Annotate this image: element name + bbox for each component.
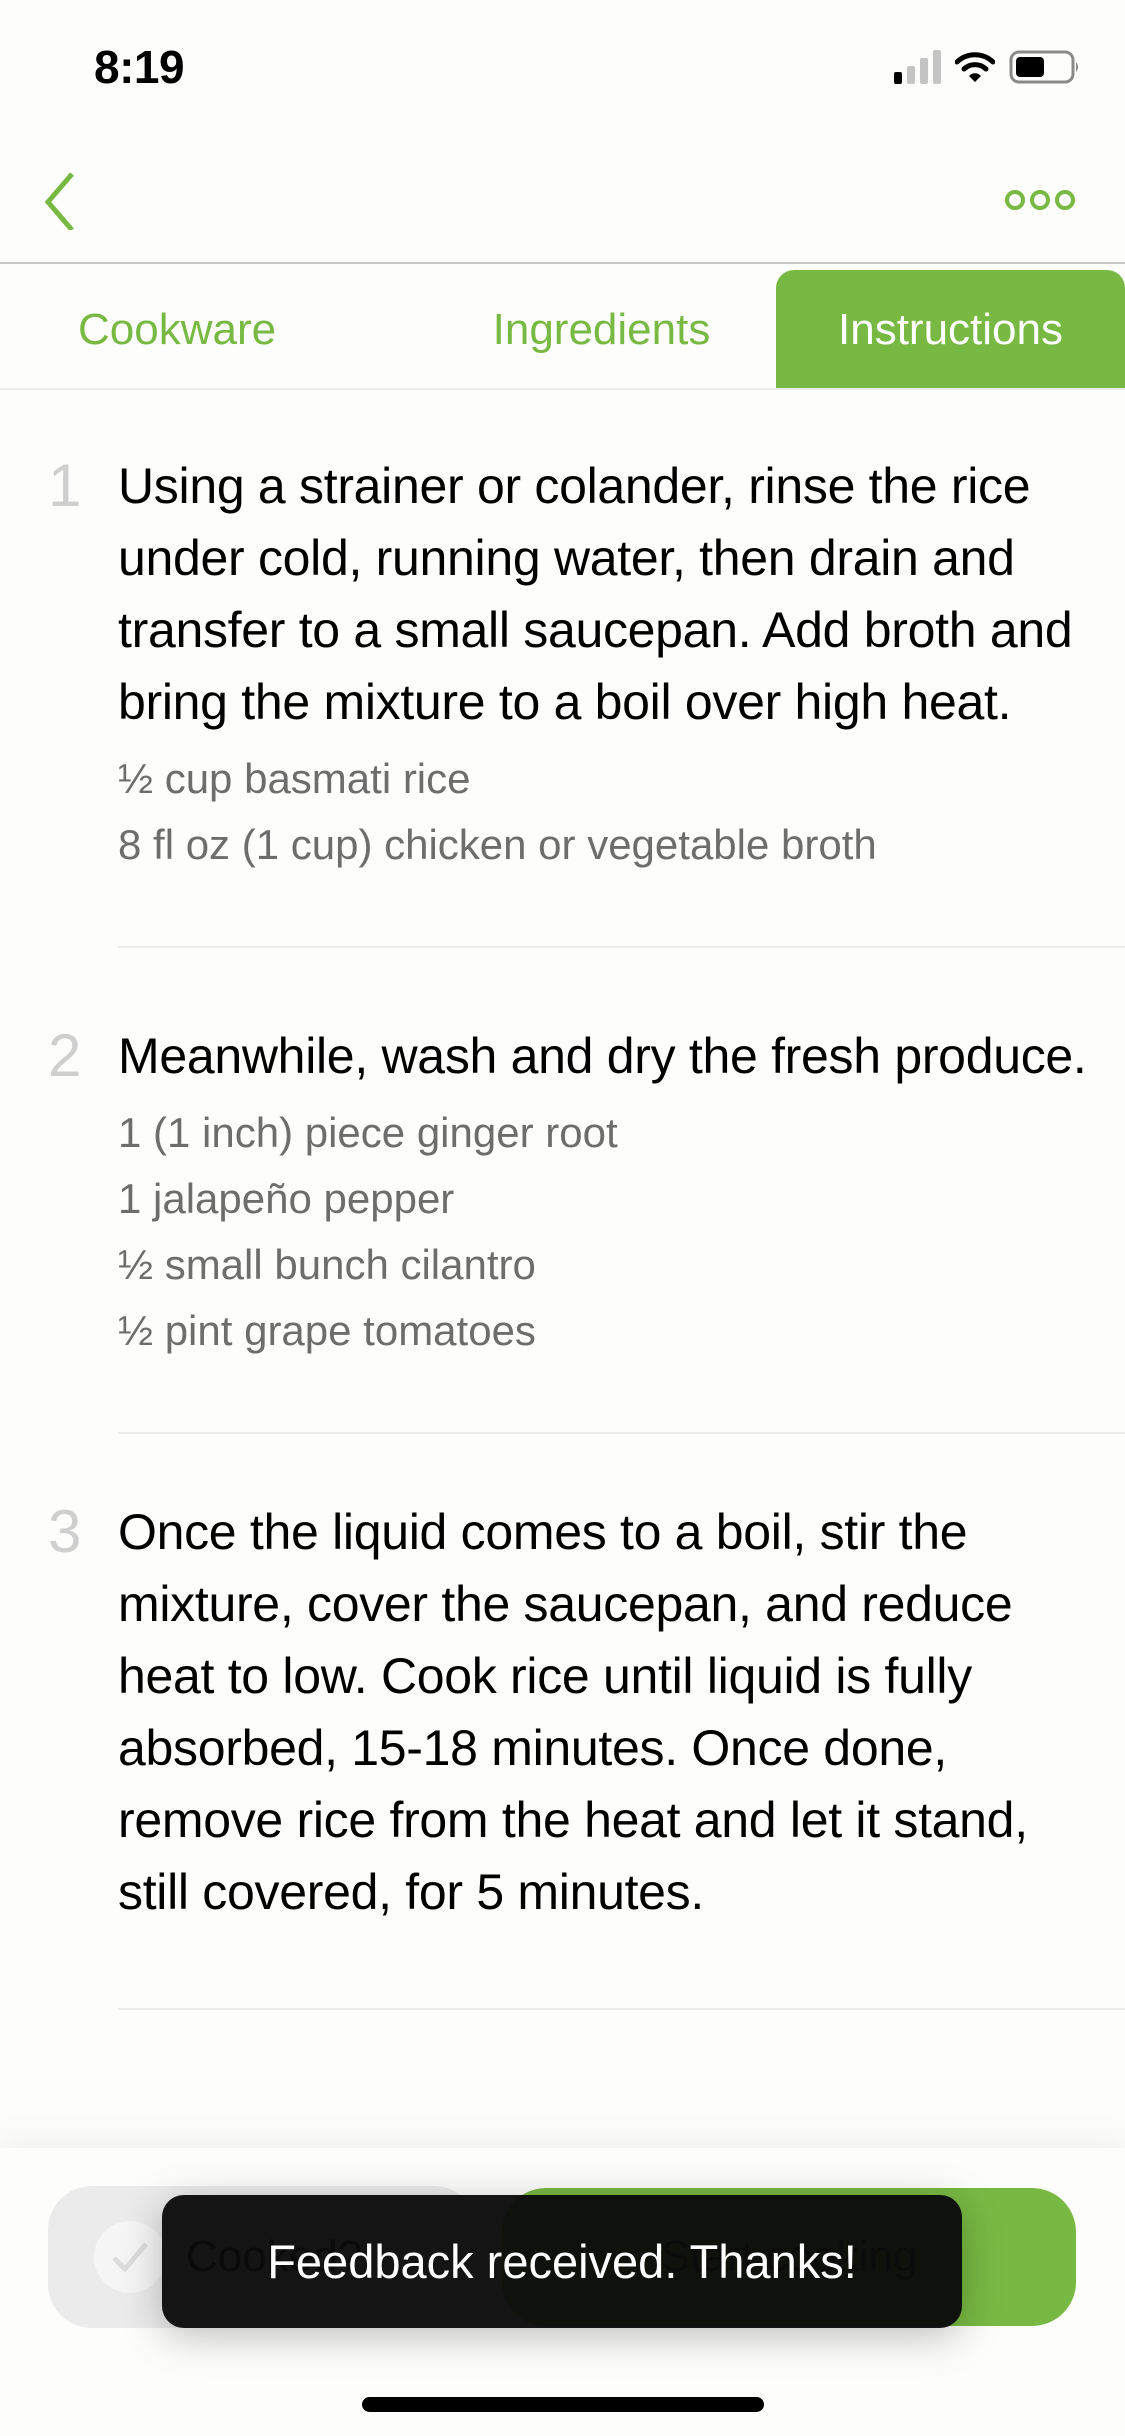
step-ingredients: ½ cup basmati rice 8 fl oz (1 cup) chick… [118,746,1105,878]
tab-bar: Cookware Ingredients Instructions [0,270,1125,390]
step-text: Using a strainer or colander, rinse the … [118,458,1073,730]
status-bar: 8:19 [0,0,1125,130]
ingredient-item: ½ pint grape tomatoes [118,1307,536,1354]
battery-icon [1009,50,1083,84]
step-number: 3 [48,1498,82,1565]
step-divider [118,2008,1125,2010]
step-item: 1 Using a strainer or colander, rinse th… [0,390,1125,878]
ingredient-item: 1 (1 inch) piece ginger root [118,1109,618,1156]
more-options-icon [1005,190,1025,210]
tab-cookware[interactable]: Cookware [0,270,427,390]
instructions-list: 1 Using a strainer or colander, rinse th… [0,390,1125,2010]
step-item: 3 Once the liquid comes to a boil, stir … [0,1434,1125,1928]
step-text: Meanwhile, wash and dry the fresh produc… [118,1028,1087,1084]
signal-icon [894,50,941,84]
ingredient-item: ½ small bunch cilantro [118,1241,536,1288]
nav-header [0,150,1125,263]
ingredient-item: 8 fl oz (1 cup) chicken or vegetable bro… [118,821,877,868]
step-item: 2 Meanwhile, wash and dry the fresh prod… [0,948,1125,1364]
ingredient-item: ½ cup basmati rice [118,755,471,802]
tab-instructions[interactable]: Instructions [776,270,1125,390]
ingredient-item: 1 jalapeño pepper [118,1175,455,1222]
chevron-left-icon [44,172,74,232]
status-icons [894,50,1083,84]
step-number: 2 [48,1022,82,1089]
step-number: 1 [48,452,82,519]
status-time: 8:19 [94,41,185,93]
tab-ingredients[interactable]: Ingredients [427,270,776,390]
checkmark-icon [94,2221,166,2293]
home-indicator[interactable] [362,2397,764,2412]
toast-notification: Feedback received. Thanks! [162,2195,962,2328]
back-button[interactable] [40,170,100,232]
step-ingredients: 1 (1 inch) piece ginger root 1 jalapeño … [118,1100,1105,1364]
more-options-button[interactable] [1005,180,1085,220]
step-text: Once the liquid comes to a boil, stir th… [118,1504,1028,1920]
nav-divider [0,262,1125,264]
wifi-icon [955,51,995,83]
